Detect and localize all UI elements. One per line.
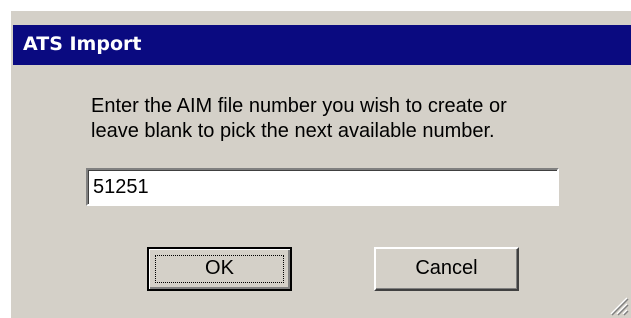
ats-import-dialog: ATS Import Enter the AIM file number you… [10, 10, 631, 318]
file-number-input[interactable] [86, 168, 559, 206]
focus-ring [155, 255, 284, 283]
prompt-message: Enter the AIM file number you wish to cr… [91, 94, 507, 144]
ok-button[interactable]: OK [147, 247, 292, 291]
cancel-button-label: Cancel [415, 257, 478, 279]
cancel-button[interactable]: Cancel [374, 247, 519, 291]
resize-grip-icon[interactable] [607, 294, 629, 316]
prompt-line-2: leave blank to pick the next available n… [91, 120, 495, 142]
title-bar[interactable]: ATS Import [13, 25, 631, 65]
prompt-line-1: Enter the AIM file number you wish to cr… [91, 95, 507, 117]
window-title: ATS Import [23, 33, 142, 55]
